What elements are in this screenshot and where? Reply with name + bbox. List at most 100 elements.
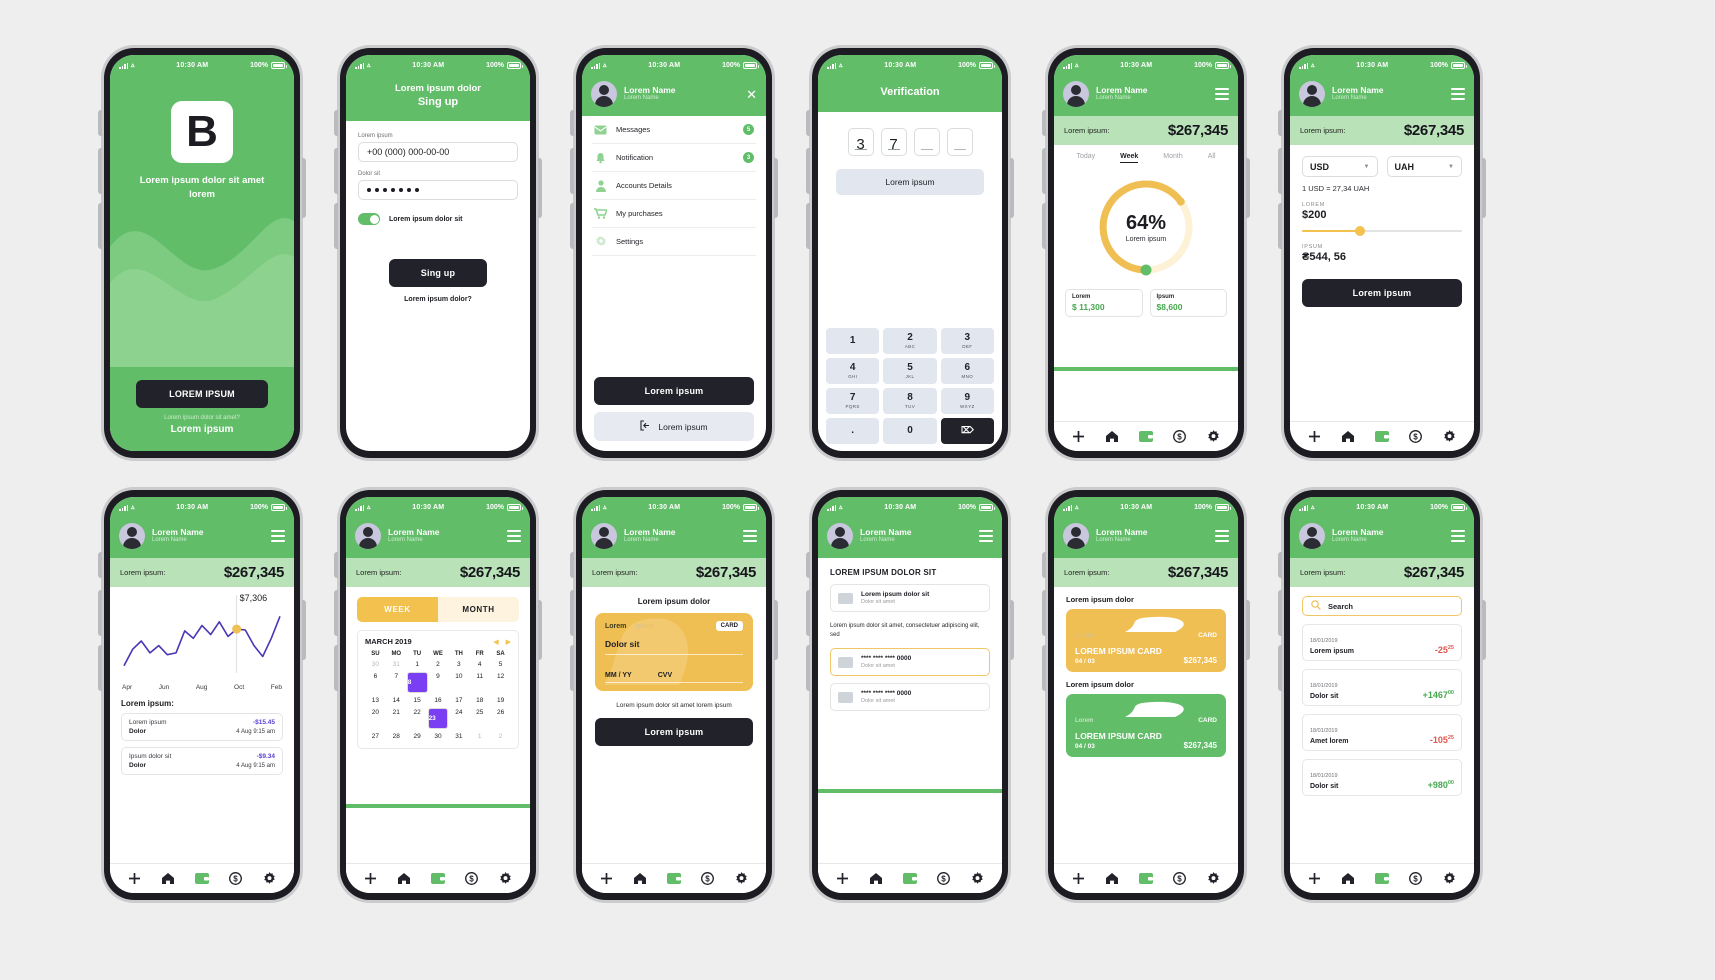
calendar-day[interactable]: 1 [407, 660, 428, 669]
calendar-day[interactable]: 9 [428, 672, 449, 693]
calendar-day[interactable]: 20 [365, 708, 386, 729]
calendar-day[interactable]: 15 [407, 696, 428, 705]
phone-input[interactable]: +00 (000) 000-00-00 [358, 142, 518, 163]
card-holder-field[interactable]: Dolor sit [605, 639, 743, 649]
calendar-day[interactable]: 17 [448, 696, 469, 705]
calendar-day[interactable]: 25 [469, 708, 490, 729]
key-backspace[interactable]: ⌦ [940, 418, 994, 444]
hamburger-menu-icon[interactable] [743, 530, 757, 542]
terms-toggle[interactable] [358, 213, 380, 226]
card-item-green[interactable]: Lorem CARD LOREM IPSUM CARD 04 / 03 $267… [1066, 694, 1226, 757]
home-icon[interactable] [161, 872, 175, 886]
close-icon[interactable]: ✕ [746, 88, 757, 101]
hamburger-menu-icon[interactable] [1451, 88, 1465, 100]
calendar-day[interactable]: 14 [386, 696, 407, 705]
gear-icon[interactable] [1206, 430, 1220, 444]
calendar-day[interactable]: 21 [386, 708, 407, 729]
home-icon[interactable] [1105, 872, 1119, 886]
currency-from-select[interactable]: USD ▼ [1302, 156, 1378, 177]
menu-item-notification[interactable]: Notification 3 [592, 144, 756, 172]
tab-month[interactable]: Month [1163, 153, 1182, 163]
plus-icon[interactable] [836, 872, 850, 886]
gear-icon[interactable] [734, 872, 748, 886]
wallet-icon[interactable] [1138, 872, 1153, 886]
calendar-day[interactable]: 30 [428, 732, 449, 741]
card-item-yellow[interactable]: Lorem CARD LOREM IPSUM CARD 04 / 03 $267… [1066, 609, 1226, 672]
tab-month[interactable]: MONTH [438, 597, 519, 622]
home-icon[interactable] [1341, 872, 1355, 886]
home-icon[interactable] [869, 872, 883, 886]
history-row[interactable]: 18/01/2019 Dolor sit +98000 [1302, 759, 1462, 796]
calendar-day[interactable]: 28 [386, 732, 407, 741]
gear-icon[interactable] [1442, 872, 1456, 886]
dollar-icon[interactable]: $ [701, 872, 715, 886]
verification-action-button[interactable]: Lorem ipsum [836, 169, 984, 195]
tab-today[interactable]: Today [1076, 153, 1095, 163]
plus-icon[interactable] [364, 872, 378, 886]
transaction-row[interactable]: Lorem ipsum -$15.45 Dolor 4 Aug 9:15 am [121, 713, 283, 741]
home-icon[interactable] [633, 872, 647, 886]
dollar-icon[interactable]: $ [465, 872, 479, 886]
key-8[interactable]: 8 TUV [883, 388, 937, 414]
hamburger-menu-icon[interactable] [507, 530, 521, 542]
history-row[interactable]: 18/01/2019 Dolor sit +146700 [1302, 669, 1462, 706]
signup-footer-link[interactable]: Lorem ipsum dolor? [358, 296, 518, 303]
slider-knob[interactable] [1354, 226, 1365, 236]
calendar-day[interactable]: 2 [490, 732, 511, 741]
wallet-icon[interactable] [1138, 430, 1153, 444]
calendar-day[interactable]: 10 [448, 672, 469, 693]
code-digit-4[interactable] [946, 128, 973, 156]
key-4[interactable]: 4 GHI [826, 358, 880, 384]
key-9[interactable]: 9 WXYZ [940, 388, 994, 414]
calendar-day[interactable]: 3 [448, 660, 469, 669]
calendar-day[interactable]: 31 [386, 660, 407, 669]
menu-logout-button[interactable]: Lorem ipsum [594, 412, 754, 441]
code-digit-2[interactable]: 7 [880, 128, 907, 156]
calendar-day[interactable]: 13 [365, 696, 386, 705]
calendar-day[interactable]: 16 [428, 696, 449, 705]
calendar-day[interactable]: 24 [448, 708, 469, 729]
calendar-day[interactable]: 31 [448, 732, 469, 741]
signup-submit-button[interactable]: Sing up [389, 259, 487, 288]
plus-icon[interactable] [1308, 872, 1322, 886]
terms-toggle-row[interactable]: Lorem ipsum dolor sit [358, 213, 518, 226]
wallet-icon[interactable] [902, 872, 917, 886]
currency-to-select[interactable]: UAH ▼ [1386, 156, 1462, 177]
key-5[interactable]: 5 JKL [883, 358, 937, 384]
amount-slider[interactable] [1302, 225, 1462, 237]
gear-icon[interactable] [498, 872, 512, 886]
dollar-icon[interactable]: $ [1173, 872, 1187, 886]
calendar-day[interactable]: 4 [469, 660, 490, 669]
splash-link[interactable]: Lorem ipsum [171, 424, 234, 435]
card-cvv-field[interactable]: CVV [658, 672, 672, 679]
plus-icon[interactable] [1308, 430, 1322, 444]
calendar-day[interactable]: 2 [428, 660, 449, 669]
menu-item-messages[interactable]: Messages 5 [592, 116, 756, 144]
calendar-day[interactable]: 12 [490, 672, 511, 693]
wallet-icon[interactable] [1374, 430, 1389, 444]
key-6[interactable]: 6 MNO [940, 358, 994, 384]
dollar-icon[interactable]: $ [1409, 430, 1423, 444]
calendar-day[interactable]: 26 [490, 708, 511, 729]
wallet-icon[interactable] [194, 872, 209, 886]
splash-cta-button[interactable]: LOREM IPSUM [136, 380, 268, 408]
payment-option-row[interactable]: **** **** **** 0000 Dolor sit amet [830, 683, 990, 711]
hamburger-menu-icon[interactable] [1451, 530, 1465, 542]
calendar-day[interactable]: 23 [427, 708, 449, 729]
calendar-day[interactable]: 6 [365, 672, 386, 693]
dollar-icon[interactable]: $ [937, 872, 951, 886]
calendar-day[interactable]: 7 [386, 672, 407, 693]
exchange-submit-button[interactable]: Lorem ipsum [1302, 279, 1462, 307]
add-card-submit-button[interactable]: Lorem ipsum [595, 718, 753, 746]
code-digit-1[interactable]: 3 [847, 128, 874, 156]
tab-week[interactable]: Week [1120, 153, 1139, 163]
payment-option-row-selected[interactable]: **** **** **** 0000 Dolor sit amet [830, 648, 990, 676]
calendar-day[interactable]: 29 [407, 732, 428, 741]
menu-item-my-purchases[interactable]: My purchases [592, 200, 756, 228]
key-1[interactable]: 1 [826, 328, 880, 354]
gear-icon[interactable] [262, 872, 276, 886]
menu-primary-button[interactable]: Lorem ipsum [594, 377, 754, 405]
menu-item-settings[interactable]: Settings [592, 228, 756, 256]
key-2[interactable]: 2 ABC [883, 328, 937, 354]
calendar-day[interactable]: 27 [365, 732, 386, 741]
